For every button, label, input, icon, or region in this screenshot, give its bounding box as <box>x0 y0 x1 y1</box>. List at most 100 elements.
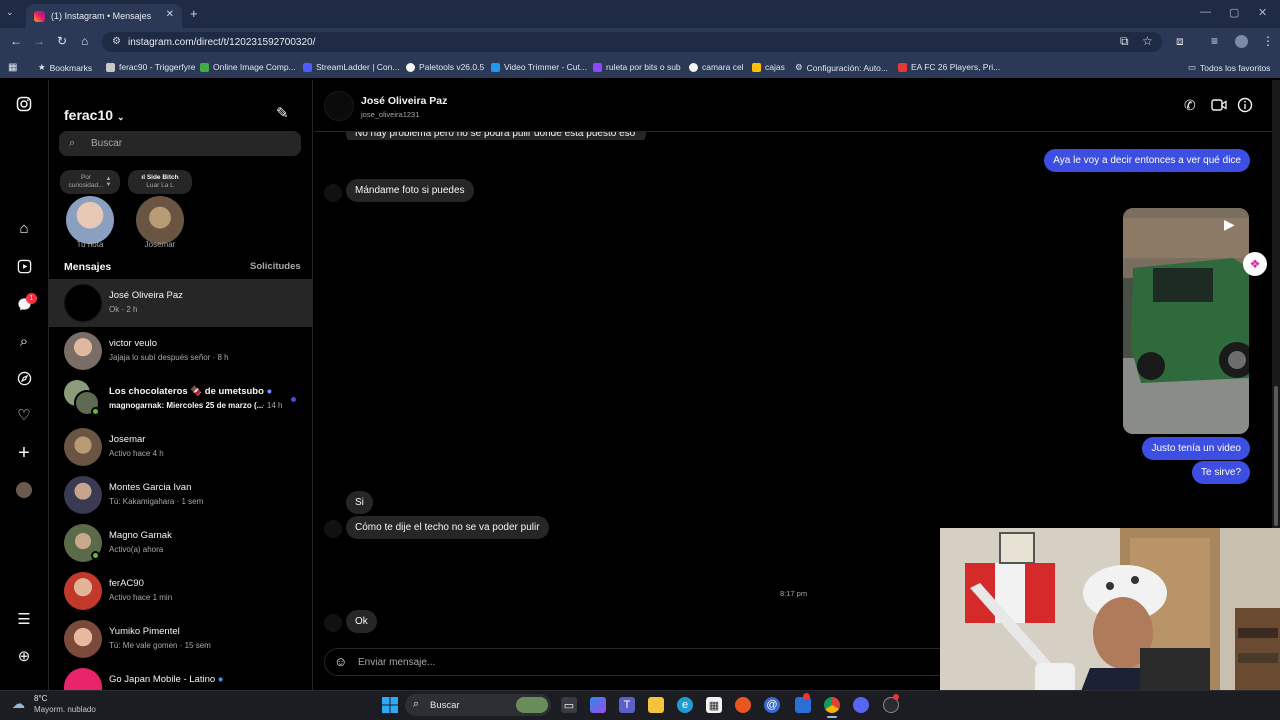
video-call-icon[interactable] <box>1211 98 1227 117</box>
sender-avatar <box>324 184 342 202</box>
recording-badge <box>893 694 899 700</box>
install-app-icon[interactable]: ⧉ <box>1120 34 1129 49</box>
weather-temp[interactable]: 8°C <box>34 694 47 703</box>
new-tab-icon[interactable]: + <box>190 6 198 21</box>
chevron-down-icon: ⌄ <box>116 112 125 122</box>
media-control-icon[interactable]: ≡ <box>1211 34 1218 48</box>
contact-avatar <box>64 332 102 370</box>
forward-icon[interactable]: → <box>33 34 45 48</box>
note-bubble-self[interactable]: Por curiosidad... ▲ ▼ <box>60 170 120 194</box>
chrome-icon[interactable] <box>824 697 840 713</box>
tab-title: (1) Instagram • Mensajes <box>51 11 152 21</box>
search-icon[interactable]: ⌕ <box>14 331 34 351</box>
video-play-icon[interactable]: ▶ <box>1224 216 1235 233</box>
tab-list-chevron-icon[interactable]: ⌄ <box>6 7 14 18</box>
bookmark-5[interactable]: Video Trimmer - Cut... <box>491 62 587 72</box>
sender-avatar <box>324 520 342 538</box>
note-song-title: Side Bitch <box>146 174 179 181</box>
minimize-icon[interactable]: — <box>1200 6 1211 18</box>
bookmark-9[interactable]: ⚙ Configuración: Auto... <box>795 62 888 73</box>
folder-outline-icon: ▭ <box>1188 62 1197 72</box>
requests-link[interactable]: Solicitudes <box>250 261 301 272</box>
video-attachment[interactable] <box>1123 208 1249 434</box>
conversation-name: victor veulo <box>109 338 158 349</box>
browser-tab-instagram[interactable]: (1) Instagram • Mensajes ✕ <box>26 4 182 28</box>
star-icon: ★ <box>38 62 46 72</box>
apps-grid-icon[interactable]: ▦ <box>8 62 17 73</box>
voice-call-icon[interactable]: ✆ <box>1184 97 1196 114</box>
maximize-icon[interactable]: ▢ <box>1229 6 1239 19</box>
teams-icon[interactable]: T <box>619 697 635 713</box>
conversation-info-icon[interactable] <box>1237 97 1253 118</box>
all-favorites[interactable]: ▭ Todos los favoritos <box>1188 62 1270 73</box>
reload-icon[interactable]: ↻ <box>57 34 67 48</box>
notifications-heart-icon[interactable]: ♡ <box>14 405 34 425</box>
address-bar[interactable]: instagram.com/direct/t/120231592700320/ <box>102 32 1162 52</box>
tab-close-icon[interactable]: ✕ <box>166 9 174 20</box>
emoji-icon[interactable]: ☺ <box>334 654 347 669</box>
story-avatar-josemar[interactable] <box>136 196 184 244</box>
bookmark-star-icon[interactable]: ☆ <box>1142 34 1153 48</box>
bookmark-8[interactable]: cajas <box>752 62 785 72</box>
search-input[interactable]: Buscar <box>59 131 301 156</box>
home-icon[interactable]: ⌂ <box>81 34 88 48</box>
file-explorer-icon[interactable] <box>648 697 664 713</box>
home-icon[interactable]: ⌂ <box>14 218 34 238</box>
conversation-name: Josemar <box>109 434 146 445</box>
conversation-preview: Tú: Me vale gomen · 15 sem <box>109 641 211 650</box>
site-info-icon[interactable]: ⚙ <box>112 36 121 47</box>
share-diamond-icon[interactable]: ❖ <box>1243 252 1267 276</box>
profile-avatar[interactable] <box>16 482 32 498</box>
back-icon[interactable]: ← <box>10 34 22 48</box>
instagram-logo-icon[interactable] <box>14 94 34 114</box>
note-bubble-josemar[interactable]: ıl Side Bitch Luar La L <box>128 170 192 194</box>
contact-avatar <box>64 428 102 466</box>
bookmark-0[interactable]: ★ Bookmarks <box>38 62 92 73</box>
reels-icon[interactable] <box>14 256 34 276</box>
copilot-icon[interactable] <box>590 697 606 713</box>
bookmark-1[interactable]: ferac90 - Triggerfyre <box>106 62 196 72</box>
threads-icon[interactable]: ⊕ <box>14 646 34 666</box>
photos-icon[interactable] <box>795 697 811 713</box>
bookmark-4[interactable]: Paletools v26.0.5 <box>406 62 484 72</box>
page-icon <box>106 62 115 72</box>
story-avatar-self[interactable] <box>66 196 114 244</box>
app-orange-icon[interactable] <box>735 697 751 713</box>
note-owner-self: Tu nota <box>76 240 104 249</box>
account-switcher[interactable]: ferac10 ⌄ <box>64 107 124 123</box>
extensions-icon[interactable]: ⧈ <box>1176 34 1184 49</box>
mail-icon[interactable]: @ <box>764 697 780 713</box>
bookmark-10[interactable]: EA FC 26 Players, Pri... <box>898 62 1000 72</box>
edge-icon[interactable]: e <box>677 697 693 713</box>
more-menu-icon[interactable]: ☰ <box>14 609 34 629</box>
bookmark-3[interactable]: StreamLadder | Con... <box>303 62 399 72</box>
contact-avatar[interactable] <box>324 91 354 121</box>
note-owner-josemar: Josemar <box>144 240 176 249</box>
bookmark-6[interactable]: ruleta por bits o sub <box>593 62 681 72</box>
contact-name[interactable]: José Oliveira Paz <box>361 95 447 107</box>
bookmark-7[interactable]: camara cel <box>689 62 744 72</box>
task-view-icon[interactable]: ▭ <box>561 697 577 713</box>
profile-avatar-icon[interactable] <box>1235 35 1248 48</box>
discord-icon[interactable] <box>853 697 869 713</box>
explore-compass-icon[interactable] <box>14 368 34 388</box>
conversation-name: Montes Garcia Ivan <box>109 482 192 493</box>
message-bubble-in: No hay problema pero no se podrá pulir d… <box>346 132 646 140</box>
new-message-icon[interactable]: ✎ <box>276 104 289 122</box>
contact-avatar <box>64 284 102 322</box>
windows-start-icon[interactable] <box>381 696 399 714</box>
scrollbar-thumb[interactable] <box>1274 386 1278 526</box>
message-bubble-in: Mándame foto si puedes <box>346 179 474 202</box>
messages-section-title: Mensajes <box>64 261 112 273</box>
weather-desc[interactable]: Mayorm. nublado <box>34 705 96 714</box>
window-close-icon[interactable]: ✕ <box>1258 6 1267 19</box>
conversation-name: Go Japan Mobile - Latino ● <box>109 674 224 685</box>
weather-cloud-icon[interactable]: ☁ <box>12 696 25 712</box>
bookmark-2[interactable]: Online Image Comp... <box>200 62 296 72</box>
search-placeholder: Buscar <box>91 138 123 149</box>
sort-arrows-icon: ▲ ▼ <box>105 176 112 188</box>
message-bubble-out: Aya le voy a decir entonces a ver qué di… <box>1044 149 1250 172</box>
create-plus-icon[interactable]: + <box>14 442 34 464</box>
browser-menu-icon[interactable]: ⋮ <box>1262 34 1274 48</box>
store-icon[interactable]: ▦ <box>706 697 722 713</box>
